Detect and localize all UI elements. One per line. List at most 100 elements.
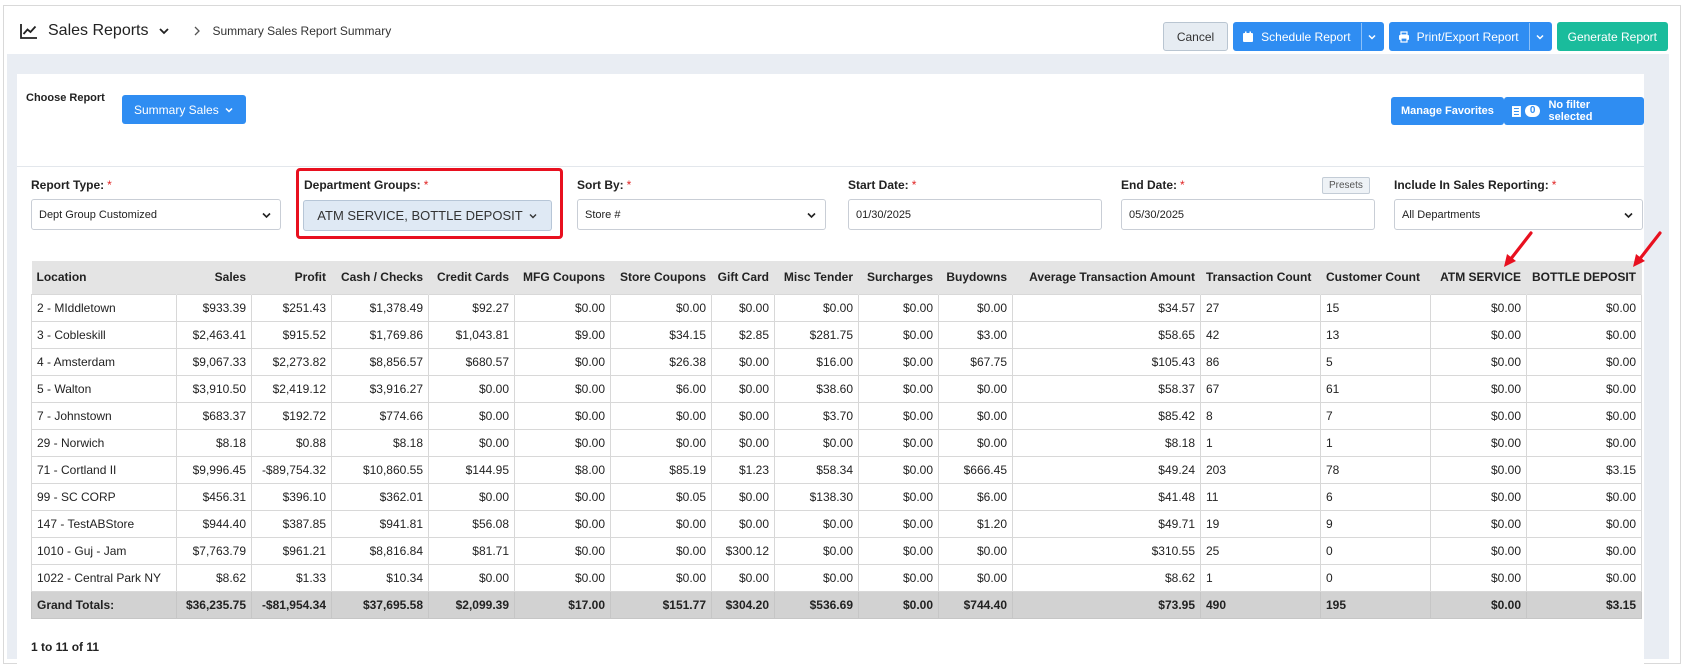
table-cell: $8.18 xyxy=(1012,428,1201,457)
table-cell: $0.00 xyxy=(428,482,515,511)
table-cell: $0.00 xyxy=(1430,401,1527,430)
table-cell: $0.00 xyxy=(1526,536,1642,565)
sort-by-select[interactable]: Store # xyxy=(577,199,826,230)
table-cell: $0.00 xyxy=(514,536,611,565)
table-cell: $281.75 xyxy=(774,320,859,349)
table-cell: $0.05 xyxy=(610,482,712,511)
chevron-down-icon[interactable] xyxy=(157,24,171,38)
table-cell: $0.00 xyxy=(514,563,611,592)
start-date-label: Start Date: * xyxy=(848,178,916,192)
required-mark: * xyxy=(911,178,917,192)
column-header[interactable]: Cash / Checks xyxy=(331,261,429,294)
table-cell: $0.00 xyxy=(938,374,1013,403)
schedule-report-main[interactable]: Schedule Report xyxy=(1234,23,1360,50)
table-cell: $0.00 xyxy=(1526,428,1642,457)
table-cell: 1 xyxy=(1200,428,1321,457)
table-cell: $0.00 xyxy=(1526,347,1642,376)
table-cell: 25 xyxy=(1200,536,1321,565)
column-header[interactable]: Buydowns xyxy=(938,261,1013,294)
table-cell: 61 xyxy=(1320,374,1431,403)
table-row: 5 - Walton $3,910.50 $2,419.12 $3,916.27 $0.… xyxy=(31,374,1642,403)
table-cell: 6 xyxy=(1320,482,1431,511)
table-cell: 67 xyxy=(1200,374,1321,403)
table-cell: $0.00 xyxy=(1430,482,1527,511)
table-cell: $138.30 xyxy=(774,482,859,511)
report-type-label: Report Type: * xyxy=(31,178,112,192)
report-type-select[interactable]: Dept Group Customized xyxy=(31,199,281,230)
start-date-value: 01/30/2025 xyxy=(856,208,912,221)
table-cell: $0.00 xyxy=(711,401,775,430)
table-cell: $1,769.86 xyxy=(331,320,429,349)
include-reporting-select[interactable]: All Departments xyxy=(1394,199,1643,230)
total-cell: $3.15 xyxy=(1526,590,1642,619)
column-header[interactable]: Misc Tender xyxy=(774,261,859,294)
table-cell: 4 - Amsterdam xyxy=(31,347,177,376)
table-cell: $58.34 xyxy=(774,455,859,484)
column-header[interactable]: BOTTLE DEPOSIT xyxy=(1526,261,1642,294)
table-cell: $0.00 xyxy=(514,401,611,430)
table-cell: 7 xyxy=(1320,401,1431,430)
column-header[interactable]: MFG Coupons xyxy=(514,261,611,294)
table-cell: $8,816.84 xyxy=(331,536,429,565)
table-cell: 78 xyxy=(1320,455,1431,484)
schedule-report-dropdown[interactable] xyxy=(1360,23,1383,50)
choose-report-dropdown[interactable]: Summary Sales xyxy=(122,95,246,124)
sort-by-label: Sort By: * xyxy=(577,178,631,192)
table-cell: $0.00 xyxy=(711,428,775,457)
chevron-right-icon xyxy=(194,26,200,36)
table-cell: $0.00 xyxy=(1430,455,1527,484)
table-cell: $0.00 xyxy=(1526,320,1642,349)
table-cell: 86 xyxy=(1200,347,1321,376)
column-header[interactable]: Sales xyxy=(176,261,252,294)
table-cell: 147 - TestABStore xyxy=(31,509,177,538)
arrow-annotation-icon xyxy=(1504,231,1533,267)
table-cell: $0.00 xyxy=(1430,536,1527,565)
filter-button[interactable]: 0 No filter selected xyxy=(1504,97,1644,125)
print-export-dropdown[interactable] xyxy=(1528,23,1551,50)
presets-button[interactable]: Presets xyxy=(1322,177,1370,194)
table-cell: 99 - SC CORP xyxy=(31,482,177,511)
required-mark: * xyxy=(626,178,632,192)
cancel-button[interactable]: Cancel xyxy=(1162,22,1229,51)
total-cell: Grand Totals: xyxy=(31,590,177,619)
table-cell: $56.08 xyxy=(428,509,515,538)
table-cell: $0.00 xyxy=(774,509,859,538)
table-cell: $85.42 xyxy=(1012,401,1201,430)
table-cell: $933.39 xyxy=(176,293,252,322)
print-export-main[interactable]: Print/Export Report xyxy=(1390,23,1529,50)
table-cell: $300.12 xyxy=(711,536,775,565)
table-cell: $1.23 xyxy=(711,455,775,484)
column-header[interactable]: Location xyxy=(31,261,177,294)
table-cell: $0.00 xyxy=(1430,374,1527,403)
schedule-report-label: Schedule Report xyxy=(1261,29,1351,44)
table-cell: $0.00 xyxy=(1430,347,1527,376)
total-cell: $36,235.75 xyxy=(176,590,252,619)
table-cell: $49.71 xyxy=(1012,509,1201,538)
column-header[interactable]: Profit xyxy=(251,261,332,294)
end-date-input[interactable]: 05/30/2025 xyxy=(1121,199,1375,230)
column-header[interactable]: Average Transaction Amount xyxy=(1012,261,1201,294)
total-cell: -$81,954.34 xyxy=(251,590,332,619)
column-header[interactable]: Transaction Count xyxy=(1200,261,1321,294)
table-row: 4 - Amsterdam $9,067.33 $2,273.82 $8,856.57… xyxy=(31,347,1642,376)
chevron-down-icon xyxy=(225,107,233,113)
chevron-down-icon xyxy=(807,212,816,219)
department-groups-highlight xyxy=(296,168,563,239)
column-header[interactable]: Credit Cards xyxy=(428,261,515,294)
manage-favorites-button[interactable]: Manage Favorites xyxy=(1391,97,1504,125)
column-header[interactable]: Surcharges xyxy=(858,261,939,294)
table-cell: $0.00 xyxy=(1526,374,1642,403)
start-date-input[interactable]: 01/30/2025 xyxy=(848,199,1102,230)
column-header[interactable]: Store Coupons xyxy=(610,261,712,294)
table-cell: 11 xyxy=(1200,482,1321,511)
table-cell: $0.00 xyxy=(610,509,712,538)
table-cell: $0.00 xyxy=(1526,482,1642,511)
table-cell: $0.00 xyxy=(1526,401,1642,430)
filter-list-icon xyxy=(1512,105,1521,117)
column-header[interactable]: Customer Count xyxy=(1320,261,1431,294)
table-cell: $0.00 xyxy=(711,374,775,403)
generate-report-button[interactable]: Generate Report xyxy=(1556,22,1668,51)
column-header[interactable]: Gift Card xyxy=(711,261,775,294)
app-title: Sales Reports xyxy=(48,22,149,39)
table-cell: $0.00 xyxy=(858,374,939,403)
